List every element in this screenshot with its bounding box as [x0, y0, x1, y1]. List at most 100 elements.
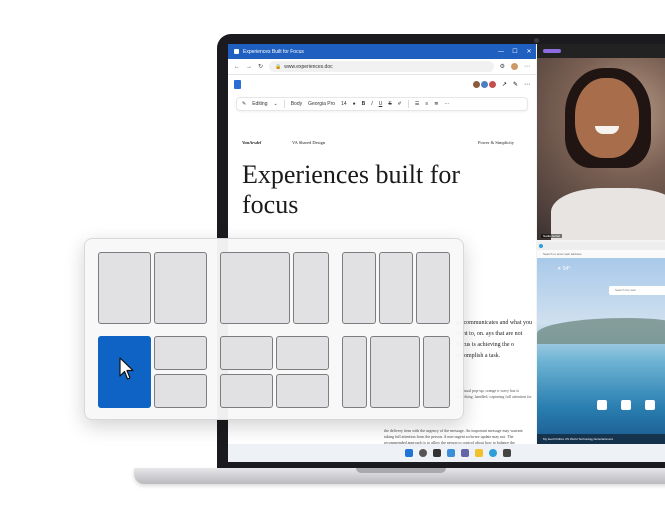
- address-bar: ← → ↻ 🔒 www.experiences.doc ⚙ ⋯: [228, 59, 536, 75]
- snap-zone[interactable]: [370, 336, 420, 408]
- participant-shirt: [551, 188, 665, 240]
- maximize-icon[interactable]: ☐: [508, 48, 522, 55]
- divider: [407, 100, 409, 108]
- quick-links: [597, 400, 655, 410]
- snap-zone[interactable]: [416, 252, 450, 324]
- edge-window: Search or enter web address ☀ 54° Search…: [537, 242, 665, 444]
- style-dropdown[interactable]: Body: [291, 101, 302, 107]
- widgets-icon[interactable]: [447, 449, 455, 457]
- snap-zone[interactable]: [342, 336, 367, 408]
- body-small-text: e a visual pop-up, orange n wavy has is …: [456, 388, 532, 399]
- participant-name-tag: Nadia Jamal: [541, 234, 562, 238]
- mouse-cursor-icon: [119, 357, 134, 380]
- bullet-list-icon[interactable]: ☰: [415, 101, 419, 107]
- avatar[interactable]: [488, 80, 496, 88]
- snap-zone[interactable]: [276, 336, 329, 370]
- document-headline: Experiences built for focus: [242, 160, 461, 219]
- divider: [283, 100, 285, 108]
- taskbar: [228, 444, 665, 462]
- task-view-icon[interactable]: [433, 449, 441, 457]
- laptop-base-notch: [356, 468, 446, 473]
- more-formatting-icon[interactable]: ⋯: [444, 101, 449, 107]
- back-icon[interactable]: ←: [234, 64, 240, 70]
- formatting-toolbar: ✎ Editing ⌄ Body Georgia Pro 14 ● B I U …: [236, 97, 528, 111]
- start-icon[interactable]: [405, 449, 413, 457]
- participant-face: [575, 78, 639, 158]
- close-icon[interactable]: ✕: [522, 48, 536, 55]
- shared-design-label: VA Shared Design: [292, 140, 326, 145]
- minimize-icon[interactable]: —: [494, 49, 508, 55]
- tagline: Power & Simplicity: [478, 140, 514, 145]
- chevron-down-icon: ⌄: [273, 101, 278, 107]
- quick-link-tile[interactable]: [621, 400, 631, 410]
- align-icon[interactable]: ≣: [434, 101, 438, 107]
- participant-video: [537, 58, 665, 240]
- avatar[interactable]: [480, 80, 488, 88]
- share-icon[interactable]: ↗: [502, 81, 507, 88]
- body-paragraph: gy communicates and what you want to, on…: [456, 320, 532, 359]
- snap-zone[interactable]: [220, 252, 290, 324]
- edit-pen-icon: ✎: [242, 101, 247, 107]
- video-call-window: Nadia Jamal: [537, 44, 665, 240]
- web-search-input[interactable]: Search the web: [609, 286, 665, 295]
- strikethrough-icon[interactable]: S: [388, 101, 391, 107]
- highlight-icon[interactable]: ✐: [398, 101, 402, 107]
- snap-zone[interactable]: [276, 374, 329, 408]
- avatar[interactable]: [472, 80, 480, 88]
- body-footer-text: the delivery item with the urgency of th…: [384, 428, 523, 444]
- video-title-bar: [537, 44, 665, 58]
- app-icon: [234, 49, 239, 54]
- document-header: ↗ ✎ ⋯: [228, 75, 536, 93]
- edge-tab-strip: [537, 242, 665, 250]
- camera-dot: [534, 38, 539, 43]
- profile-icon[interactable]: [511, 63, 518, 70]
- edge-taskbar-icon[interactable]: [489, 449, 497, 457]
- snap-zone[interactable]: [220, 336, 273, 370]
- url-text: www.experiences.doc: [284, 63, 333, 70]
- bold-icon[interactable]: B: [362, 101, 366, 107]
- snap-zone[interactable]: [342, 252, 376, 324]
- quick-link-tile[interactable]: [597, 400, 607, 410]
- word-doc-icon: [234, 79, 241, 89]
- italic-icon[interactable]: I: [371, 101, 372, 107]
- teams-icon[interactable]: [461, 449, 469, 457]
- news-feed-bar[interactable]: My feed Politics US World Technology Ent…: [537, 434, 665, 444]
- refresh-icon[interactable]: ↻: [258, 63, 263, 70]
- search-icon[interactable]: [419, 449, 427, 457]
- brand-logo: VanArsdel: [242, 140, 262, 145]
- snap-zone[interactable]: [423, 336, 450, 408]
- snap-zone[interactable]: [154, 374, 207, 408]
- snap-layouts-popup: [84, 238, 464, 420]
- font-size-dropdown[interactable]: 14: [341, 101, 347, 107]
- hills-image: [537, 318, 665, 344]
- snap-zone[interactable]: [98, 252, 151, 324]
- file-explorer-icon[interactable]: [475, 449, 483, 457]
- editing-mode-dropdown[interactable]: Editing: [252, 101, 267, 107]
- snap-zone[interactable]: [154, 336, 207, 370]
- lake-background: ☀ 54° Search the web My feed Politics US…: [537, 258, 665, 444]
- comment-icon[interactable]: ✎: [513, 81, 518, 88]
- font-dropdown[interactable]: Georgia Pro: [308, 101, 335, 107]
- edge-icon: [539, 244, 543, 248]
- font-color-icon[interactable]: ●: [353, 101, 356, 107]
- more-icon[interactable]: ⋯: [524, 63, 530, 70]
- underline-icon[interactable]: U: [379, 101, 383, 107]
- more-options-icon[interactable]: ⋯: [524, 81, 530, 88]
- snap-zone[interactable]: [293, 252, 329, 324]
- forward-icon[interactable]: →: [246, 64, 252, 70]
- teams-pill: [543, 49, 561, 53]
- url-field[interactable]: 🔒 www.experiences.doc: [269, 61, 494, 72]
- snap-zone[interactable]: [154, 252, 207, 324]
- extensions-icon[interactable]: ⚙: [500, 63, 505, 70]
- lock-icon: 🔒: [275, 63, 282, 70]
- title-bar: Experiences Built for Focus — ☐ ✕: [228, 44, 536, 59]
- snap-zone[interactable]: [220, 374, 273, 408]
- edge-address-bar[interactable]: Search or enter web address: [537, 250, 665, 258]
- store-icon[interactable]: [503, 449, 511, 457]
- quick-link-tile[interactable]: [645, 400, 655, 410]
- window-title: Experiences Built for Focus: [243, 48, 304, 55]
- weather-widget[interactable]: ☀ 54°: [557, 266, 570, 272]
- numbered-list-icon[interactable]: ≡: [425, 101, 428, 107]
- snap-zone[interactable]: [379, 252, 413, 324]
- collaborator-avatars[interactable]: [472, 80, 496, 88]
